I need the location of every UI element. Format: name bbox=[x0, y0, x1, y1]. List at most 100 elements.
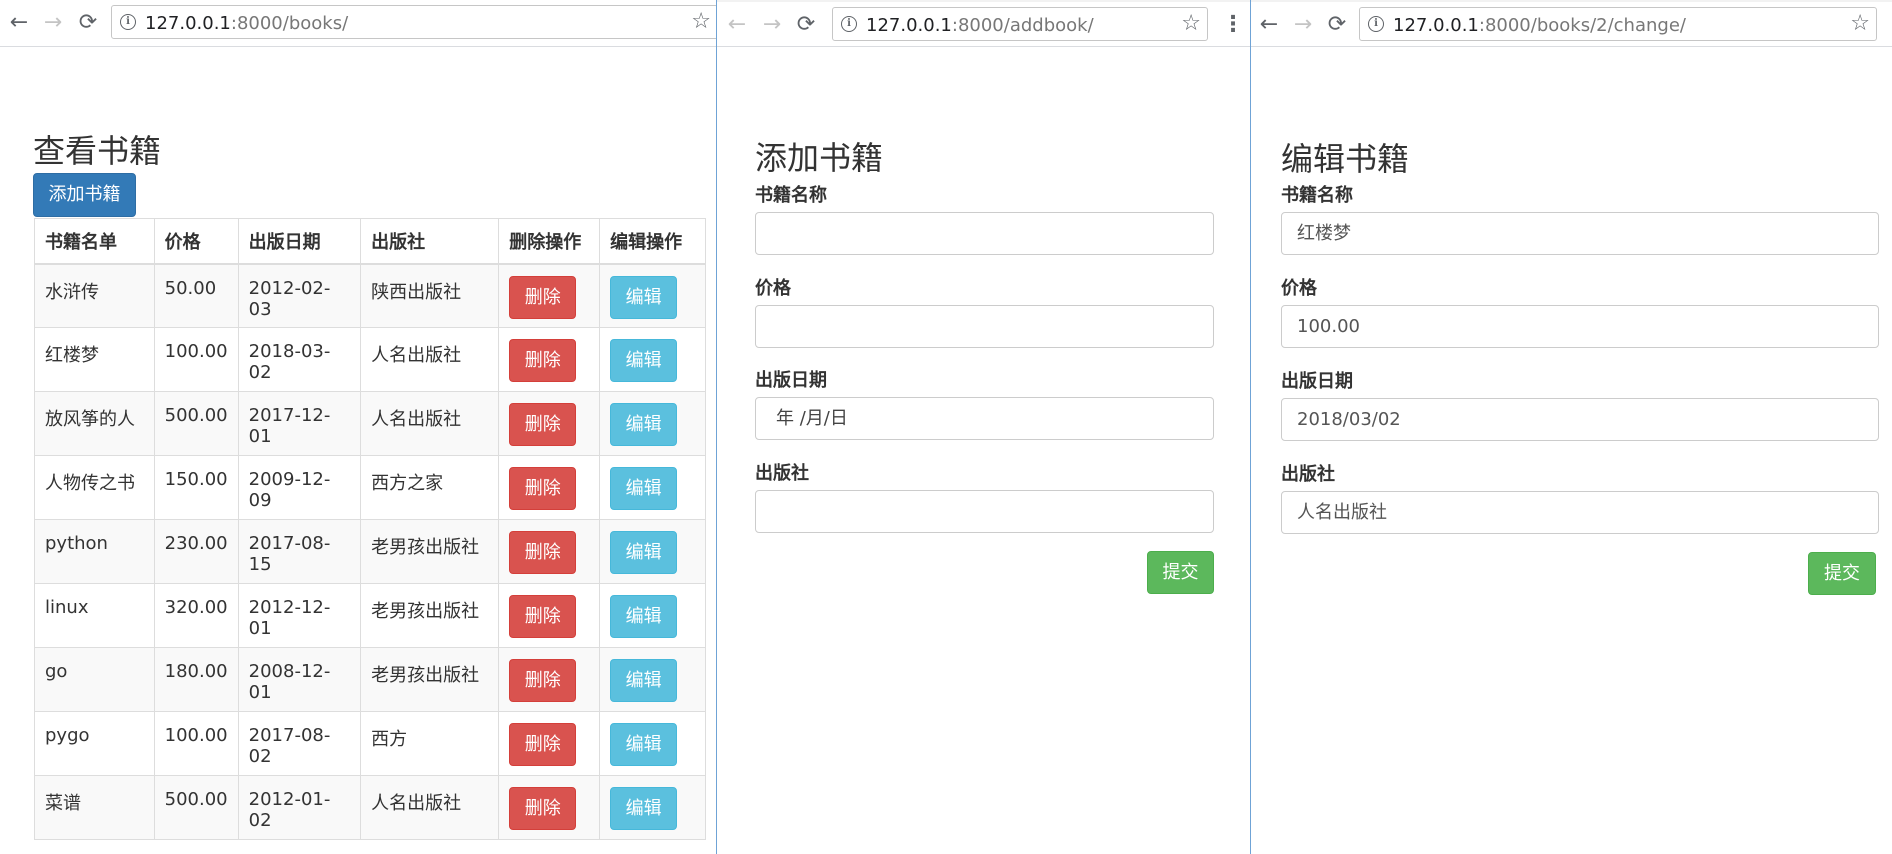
column-header: 删除操作 bbox=[498, 218, 601, 265]
edit-button[interactable]: 编辑 bbox=[610, 467, 678, 510]
url-text: 127.0.0.1:8000/books/2/change/ bbox=[1393, 15, 1686, 36]
back-icon[interactable]: ← bbox=[6, 10, 32, 36]
edit-button[interactable]: 编辑 bbox=[610, 787, 678, 830]
publish-date-cell: 2018-03-02 bbox=[237, 327, 362, 392]
browser-toolbar: ← → ⟳ i 127.0.0.1:8000/addbook/ ☆ ⋮ bbox=[717, 0, 1250, 47]
address-bar[interactable]: i 127.0.0.1:8000/addbook/ ☆ bbox=[832, 7, 1208, 41]
info-icon[interactable]: i bbox=[120, 14, 136, 30]
publish-date-cell: 2012-02-03 bbox=[237, 263, 362, 328]
bookmark-star-icon[interactable]: ☆ bbox=[691, 9, 711, 35]
edit-cell: 编辑 bbox=[599, 455, 706, 520]
column-header: 价格 bbox=[153, 218, 239, 265]
column-header: 出版社 bbox=[360, 218, 500, 265]
add-book-button[interactable]: 添加书籍 bbox=[33, 173, 136, 217]
delete-cell: 删除 bbox=[498, 519, 601, 584]
edit-button[interactable]: 编辑 bbox=[610, 275, 678, 319]
price-label: 价格 bbox=[1281, 278, 1317, 299]
delete-button[interactable]: 删除 bbox=[509, 403, 577, 446]
delete-button[interactable]: 删除 bbox=[509, 787, 577, 830]
delete-cell: 删除 bbox=[498, 455, 601, 520]
menu-icon[interactable]: ⋮ bbox=[1222, 12, 1244, 38]
publish-date-input[interactable]: 2018/03/02 bbox=[1281, 398, 1879, 441]
publish-date-cell: 2017-12-01 bbox=[237, 391, 362, 456]
price-input[interactable] bbox=[755, 305, 1214, 348]
column-header: 书籍名单 bbox=[34, 218, 155, 265]
edit-button[interactable]: 编辑 bbox=[610, 723, 678, 766]
price-cell: 100.00 bbox=[153, 711, 239, 776]
table-row: pygo 100.00 2017-08-02 西方 删除 编辑 bbox=[34, 711, 706, 776]
column-header: 编辑操作 bbox=[599, 218, 706, 265]
reload-icon[interactable]: ⟳ bbox=[793, 12, 819, 38]
publish-date-cell: 2017-08-15 bbox=[237, 519, 362, 584]
edit-cell: 编辑 bbox=[599, 647, 706, 712]
table-row: 水浒传 50.00 2012-02-03 陕西出版社 删除 编辑 bbox=[34, 263, 706, 328]
book-name-cell: pygo bbox=[34, 711, 155, 776]
delete-cell: 删除 bbox=[498, 647, 601, 712]
table-row: 人物传之书 150.00 2009-12-09 西方之家 删除 编辑 bbox=[34, 455, 706, 520]
price-label: 价格 bbox=[755, 278, 791, 299]
publish-date-cell: 2008-12-01 bbox=[237, 647, 362, 712]
publisher-cell: 老男孩出版社 bbox=[360, 583, 500, 648]
book-name-cell: go bbox=[34, 647, 155, 712]
forward-icon[interactable]: → bbox=[40, 10, 66, 36]
price-cell: 320.00 bbox=[153, 583, 239, 648]
delete-button[interactable]: 删除 bbox=[509, 659, 577, 702]
edit-button[interactable]: 编辑 bbox=[610, 339, 678, 382]
publisher-cell: 老男孩出版社 bbox=[360, 647, 500, 712]
price-cell: 500.00 bbox=[153, 775, 239, 840]
edit-button[interactable]: 编辑 bbox=[610, 595, 678, 638]
reload-icon[interactable]: ⟳ bbox=[75, 10, 101, 36]
book-name-cell: 菜谱 bbox=[34, 775, 155, 840]
publisher-cell: 西方之家 bbox=[360, 455, 500, 520]
book-name-cell: 红楼梦 bbox=[34, 327, 155, 392]
edit-button[interactable]: 编辑 bbox=[610, 531, 678, 574]
book-name-input[interactable] bbox=[755, 212, 1214, 255]
publish-date-input[interactable]: 年 /月/日 bbox=[755, 397, 1214, 440]
bookmark-star-icon[interactable]: ☆ bbox=[1850, 11, 1870, 37]
back-icon[interactable]: ← bbox=[1256, 12, 1282, 38]
browser-toolbar: ← → ⟳ i 127.0.0.1:8000/books/2/change/ ☆ bbox=[1251, 0, 1892, 47]
info-icon[interactable]: i bbox=[1368, 16, 1384, 32]
delete-cell: 删除 bbox=[498, 263, 601, 328]
book-name-cell: linux bbox=[34, 583, 155, 648]
price-cell: 180.00 bbox=[153, 647, 239, 712]
publisher-input[interactable]: 人名出版社 bbox=[1281, 491, 1879, 534]
publish-date-cell: 2009-12-09 bbox=[237, 455, 362, 520]
delete-button[interactable]: 删除 bbox=[509, 339, 577, 382]
delete-button[interactable]: 删除 bbox=[509, 595, 577, 638]
submit-button[interactable]: 提交 bbox=[1808, 552, 1876, 595]
price-cell: 100.00 bbox=[153, 327, 239, 392]
delete-button[interactable]: 删除 bbox=[509, 723, 577, 766]
info-icon[interactable]: i bbox=[841, 16, 857, 32]
delete-button[interactable]: 删除 bbox=[509, 467, 577, 510]
delete-cell: 删除 bbox=[498, 775, 601, 840]
publisher-cell: 人名出版社 bbox=[360, 775, 500, 840]
delete-button[interactable]: 删除 bbox=[509, 275, 577, 319]
publish-date-cell: 2017-08-02 bbox=[237, 711, 362, 776]
edit-button[interactable]: 编辑 bbox=[610, 659, 678, 702]
submit-button[interactable]: 提交 bbox=[1147, 551, 1214, 594]
edit-button[interactable]: 编辑 bbox=[610, 403, 678, 446]
reload-icon[interactable]: ⟳ bbox=[1324, 12, 1350, 38]
delete-button[interactable]: 删除 bbox=[509, 531, 577, 574]
back-icon[interactable]: ← bbox=[724, 12, 750, 38]
book-name-input[interactable]: 红楼梦 bbox=[1281, 212, 1879, 255]
forward-icon[interactable]: → bbox=[759, 12, 785, 38]
publish-date-cell: 2012-01-02 bbox=[237, 775, 362, 840]
book-name-cell: 人物传之书 bbox=[34, 455, 155, 520]
url-text: 127.0.0.1:8000/books/ bbox=[145, 13, 349, 34]
form-title: 编辑书籍 bbox=[1281, 140, 1410, 178]
book-name-cell: python bbox=[34, 519, 155, 584]
publisher-input[interactable] bbox=[755, 490, 1214, 533]
price-input[interactable]: 100.00 bbox=[1281, 305, 1879, 348]
book-name-label: 书籍名称 bbox=[1281, 185, 1353, 206]
edit-cell: 编辑 bbox=[599, 711, 706, 776]
address-bar[interactable]: i 127.0.0.1:8000/books/2/change/ ☆ bbox=[1359, 7, 1877, 41]
address-bar[interactable]: i 127.0.0.1:8000/books/ ☆ bbox=[111, 5, 716, 39]
edit-cell: 编辑 bbox=[599, 263, 706, 328]
edit-cell: 编辑 bbox=[599, 327, 706, 392]
bookmark-star-icon[interactable]: ☆ bbox=[1181, 11, 1201, 37]
forward-icon[interactable]: → bbox=[1290, 12, 1316, 38]
delete-cell: 删除 bbox=[498, 391, 601, 456]
publisher-cell: 人名出版社 bbox=[360, 391, 500, 456]
